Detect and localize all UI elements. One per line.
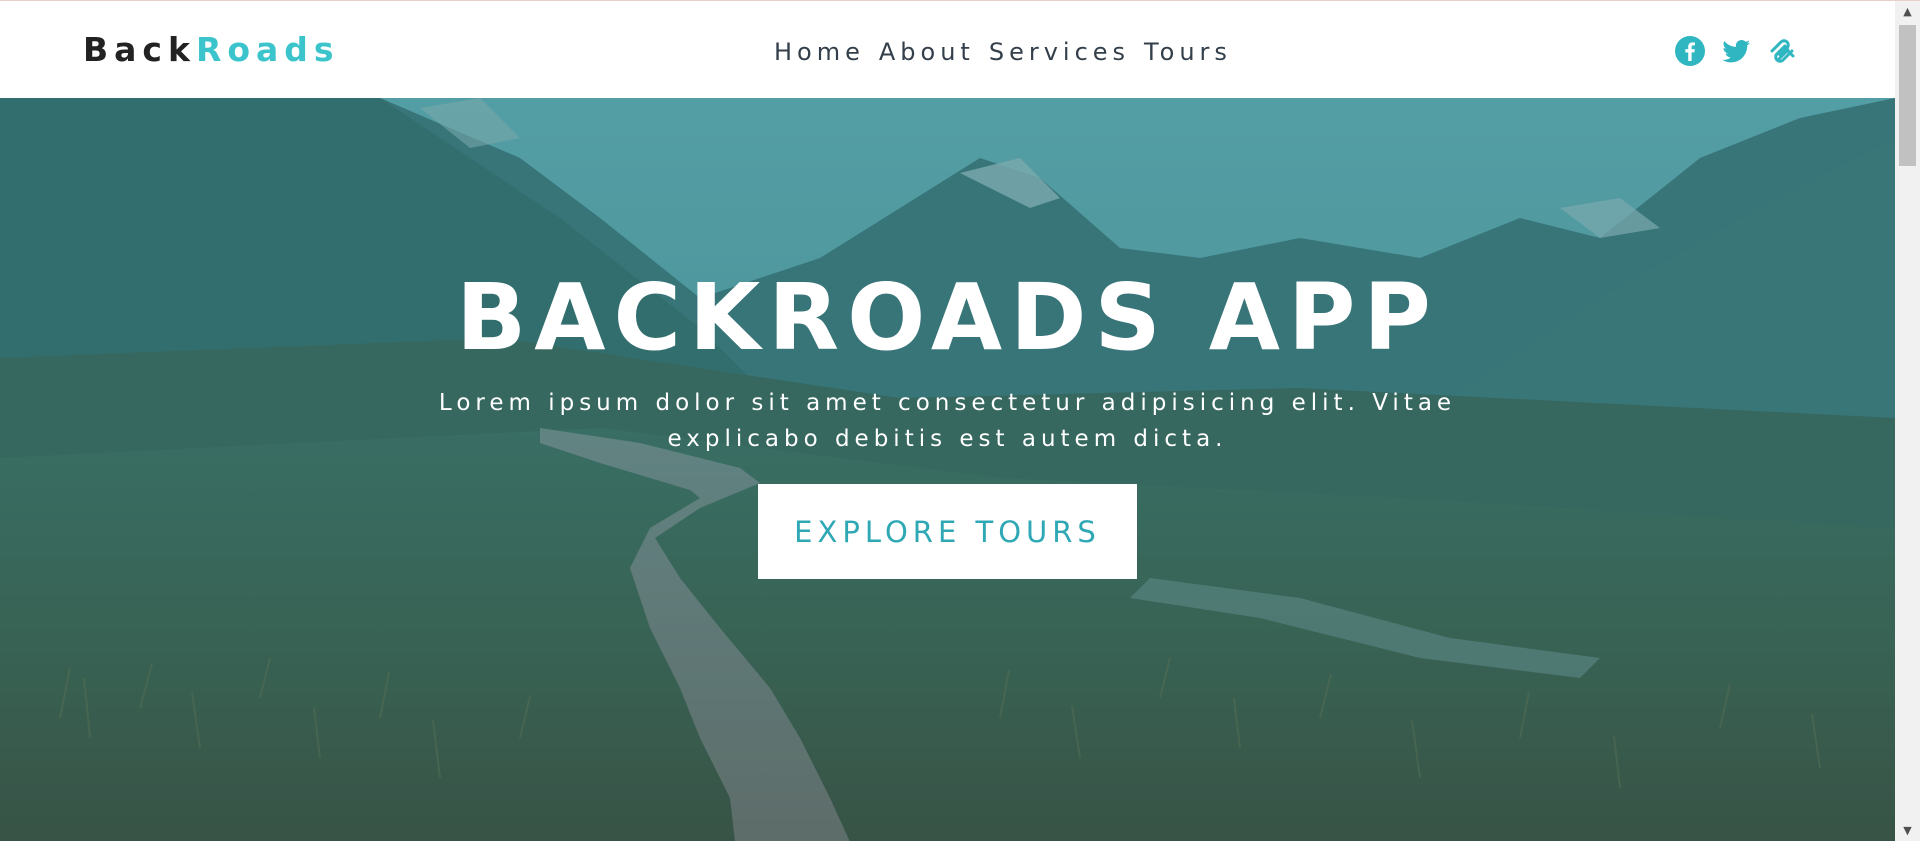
nav-link-services[interactable]: Services — [989, 36, 1130, 68]
scroll-down-arrow-icon[interactable]: ▼ — [1895, 820, 1920, 841]
nav-link-about[interactable]: About — [879, 36, 975, 68]
hero-background-image — [0, 98, 1895, 841]
scroll-up-arrow-icon[interactable]: ▲ — [1895, 1, 1920, 23]
hero-section: BACKROADS APP Lorem ipsum dolor sit amet… — [0, 98, 1895, 841]
nav-links: Home About Services Tours — [774, 36, 1246, 68]
logo-roads-text: Roads — [195, 30, 340, 69]
social-links — [1674, 35, 1798, 67]
hero-subtitle: Lorem ipsum dolor sit amet consectetur a… — [438, 390, 1457, 452]
nav-link-home[interactable]: Home — [774, 36, 865, 68]
explore-tours-button[interactable]: EXPLORE TOURS — [758, 484, 1137, 579]
squarespace-icon[interactable] — [1766, 35, 1798, 67]
twitter-icon[interactable] — [1720, 35, 1752, 67]
nav-link-tours[interactable]: Tours — [1144, 36, 1232, 68]
page-scrollbar[interactable]: ▲ ▼ — [1895, 1, 1920, 841]
logo[interactable]: BackRoads — [83, 30, 340, 70]
navbar: BackRoads Home About Services Tours — [0, 2, 1895, 98]
facebook-icon[interactable] — [1674, 35, 1706, 67]
scroll-thumb[interactable] — [1899, 25, 1916, 166]
hero-title: BACKROADS APP — [456, 264, 1439, 371]
logo-back-text: Back — [83, 30, 196, 69]
